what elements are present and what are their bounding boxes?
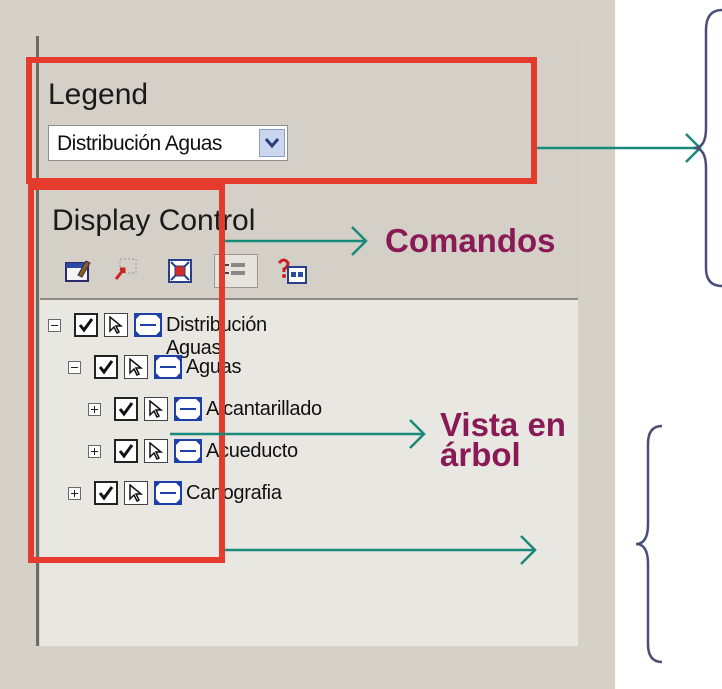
bottom-arrow [225,535,537,565]
commands-arrow [225,226,368,256]
legend-arrow [537,133,702,163]
bottom-right-brace [635,424,663,664]
tree-view-arrow [170,419,426,449]
top-right-brace [693,8,722,288]
annotation-overlay [170,8,722,664]
